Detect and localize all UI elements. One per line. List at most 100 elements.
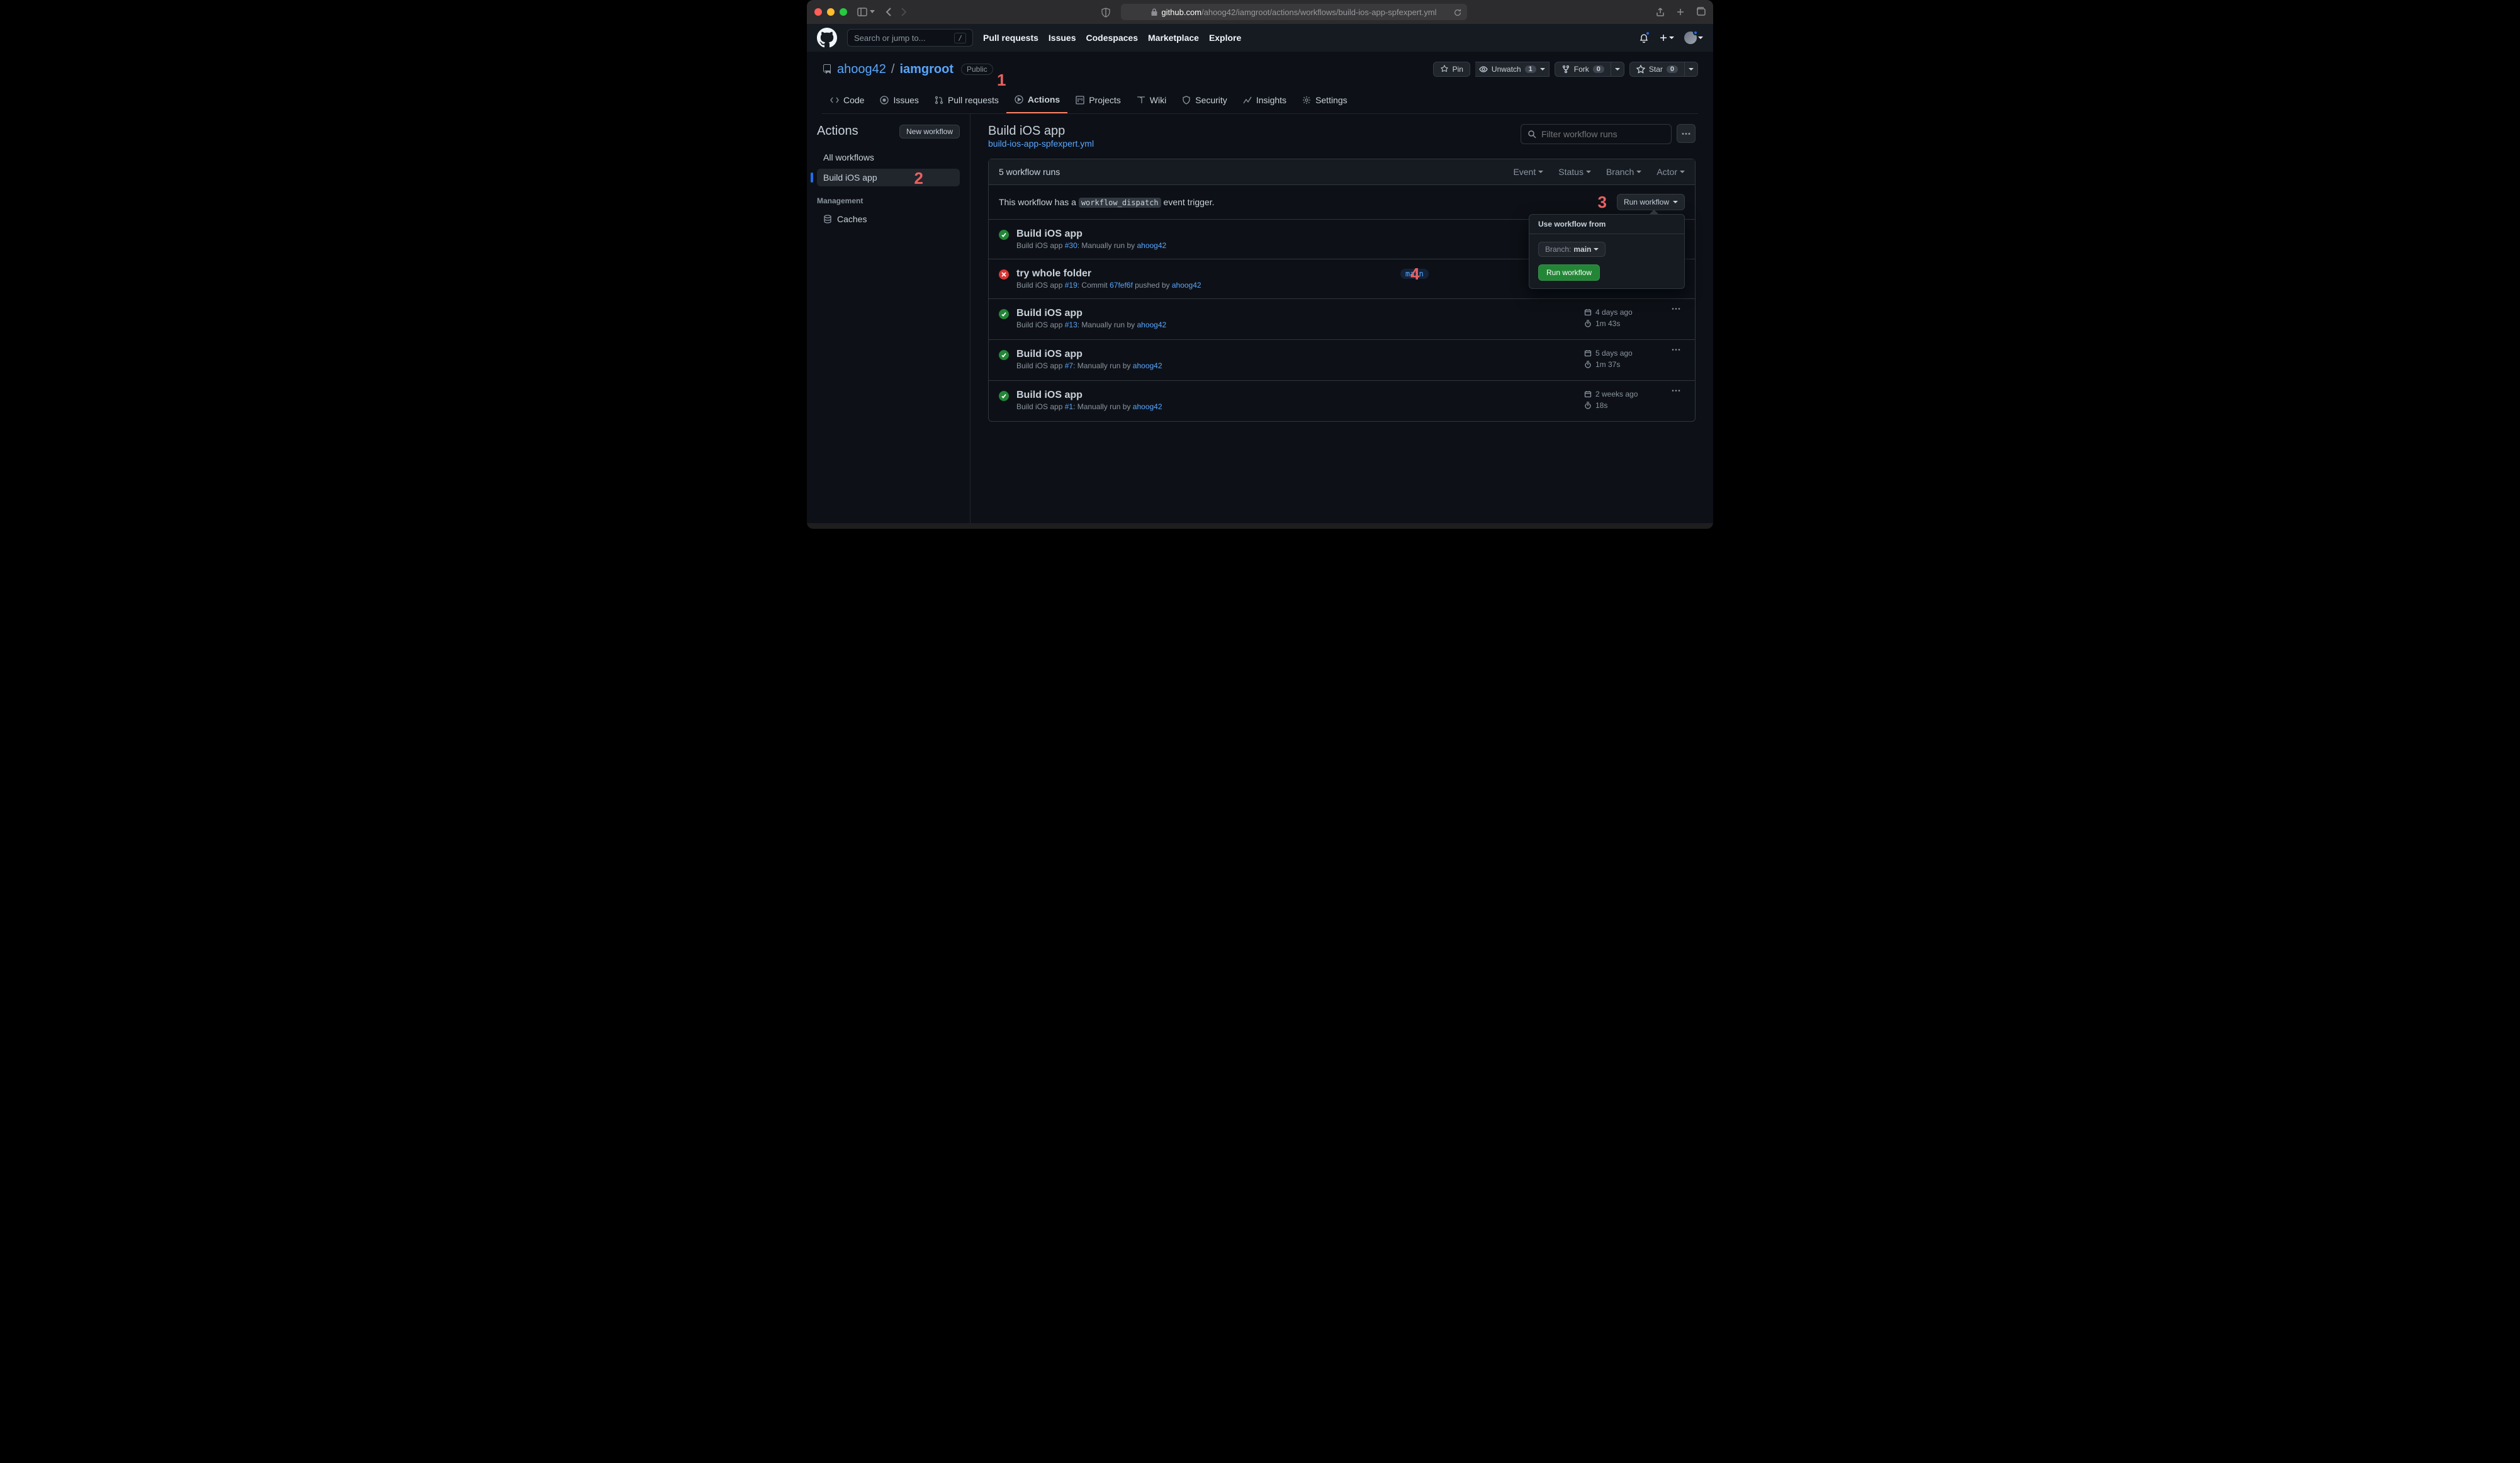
workflow-kebab-button[interactable] <box>1677 124 1696 143</box>
chevron-down-icon <box>1540 68 1545 71</box>
nav-pull-requests[interactable]: Pull requests <box>983 33 1038 43</box>
status-success-icon <box>999 350 1009 360</box>
run-title: Build iOS app <box>1016 390 1393 401</box>
fork-count: 0 <box>1593 65 1604 73</box>
workflow-dispatch-row: This workflow has a workflow_dispatch ev… <box>989 184 1695 219</box>
chevron-down-icon <box>1615 68 1620 71</box>
refresh-icon[interactable] <box>1453 7 1462 17</box>
tabs-icon[interactable] <box>1696 7 1706 16</box>
notifications-icon[interactable] <box>1639 32 1649 43</box>
tab-issues[interactable]: Issues <box>872 89 926 113</box>
star-icon <box>1636 65 1645 74</box>
forward-icon[interactable] <box>900 8 908 16</box>
sidebar-item-label: Caches <box>837 214 867 224</box>
run-kebab[interactable] <box>1667 308 1685 310</box>
workflow-run-row[interactable]: Build iOS app Build iOS app #1: Manually… <box>989 380 1695 421</box>
branch-label-text: Branch: <box>1545 245 1571 254</box>
nav-explore[interactable]: Explore <box>1209 33 1241 43</box>
repo-name-link[interactable]: iamgroot <box>899 62 953 77</box>
run-duration: 18s <box>1595 401 1607 410</box>
url-bar[interactable]: github.com/ahoog42/iamgroot/actions/work… <box>1121 4 1467 20</box>
close-window-icon[interactable] <box>814 8 822 16</box>
fork-button[interactable]: Fork 0 <box>1555 62 1611 77</box>
stopwatch-icon <box>1584 320 1592 327</box>
create-new-dropdown[interactable] <box>1659 33 1674 42</box>
run-kebab[interactable] <box>1667 349 1685 351</box>
database-icon <box>823 215 832 223</box>
annotation-3: 3 <box>1598 193 1607 212</box>
run-subtitle: Build iOS app #7: Manually run by ahoog4… <box>1016 361 1393 370</box>
stopwatch-icon <box>1584 361 1592 368</box>
github-logo-icon[interactable] <box>817 28 837 48</box>
new-workflow-button[interactable]: New workflow <box>899 125 960 138</box>
back-icon[interactable] <box>885 8 892 16</box>
tab-pull-requests[interactable]: Pull requests <box>926 89 1006 113</box>
fork-dropdown[interactable] <box>1611 62 1624 77</box>
repo-header: ahoog42 / iamgroot Public Pin Unwatch 1 <box>807 52 1713 114</box>
run-subtitle: Build iOS app #19: Commit 67fef6f pushed… <box>1016 281 1393 290</box>
star-dropdown[interactable] <box>1685 62 1698 77</box>
new-tab-icon[interactable] <box>1675 7 1685 17</box>
filter-runs-input[interactable] <box>1521 124 1672 144</box>
github-nav: Pull requests Issues Codespaces Marketpl… <box>983 33 1241 43</box>
run-title: Build iOS app <box>1016 349 1393 360</box>
browser-toolbar: github.com/ahoog42/iamgroot/actions/work… <box>807 0 1713 24</box>
minimize-window-icon[interactable] <box>827 8 835 16</box>
run-duration: 1m 43s <box>1595 319 1620 328</box>
unwatch-button[interactable]: Unwatch 1 <box>1475 62 1550 77</box>
workflow-file-link[interactable]: build-ios-app-spfexpert.yml <box>988 138 1094 149</box>
tab-code[interactable]: Code <box>822 89 872 113</box>
workflow-run-row[interactable]: Build iOS app Build iOS app #13: Manuall… <box>989 298 1695 339</box>
popover-run-workflow-button[interactable]: Run workflow <box>1538 264 1600 281</box>
privacy-shield-icon[interactable] <box>1101 6 1111 17</box>
sidebar-build-ios-app[interactable]: Build iOS app 2 <box>817 169 960 186</box>
eye-icon <box>1479 65 1488 74</box>
github-search-input[interactable]: Search or jump to... / <box>847 29 973 47</box>
filter-status[interactable]: Status <box>1558 167 1591 177</box>
maximize-window-icon[interactable] <box>840 8 847 16</box>
filter-input-field[interactable] <box>1541 129 1665 139</box>
github-header: Search or jump to... / Pull requests Iss… <box>807 24 1713 52</box>
status-success-icon <box>999 230 1009 240</box>
run-subtitle: Build iOS app #30: Manually run by ahoog… <box>1016 241 1393 250</box>
filter-event[interactable]: Event <box>1513 167 1543 177</box>
sidebar-all-workflows[interactable]: All workflows <box>817 149 960 166</box>
calendar-icon <box>1584 349 1592 357</box>
runs-header: 5 workflow runs Event Status Branch Acto… <box>989 159 1695 184</box>
user-menu[interactable] <box>1684 31 1703 44</box>
workflow-run-row[interactable]: Build iOS app Build iOS app #7: Manually… <box>989 339 1695 380</box>
nav-arrows <box>885 8 908 16</box>
dispatch-text: This workflow has a workflow_dispatch ev… <box>999 197 1214 207</box>
fork-label: Fork <box>1574 65 1589 74</box>
tab-security[interactable]: Security <box>1174 89 1235 113</box>
avatar-icon <box>1684 31 1697 44</box>
nav-marketplace[interactable]: Marketplace <box>1148 33 1199 43</box>
calendar-icon <box>1584 390 1592 398</box>
kebab-icon <box>1672 390 1680 392</box>
repo-owner-link[interactable]: ahoog42 <box>837 62 886 77</box>
star-button[interactable]: Star 0 <box>1629 62 1685 77</box>
sidebar-caches[interactable]: Caches <box>817 210 960 228</box>
tab-actions[interactable]: Actions <box>1006 89 1067 113</box>
main-content: Actions New workflow All workflows Build… <box>807 114 1713 523</box>
nav-issues[interactable]: Issues <box>1049 33 1076 43</box>
filter-branch[interactable]: Branch <box>1606 167 1641 177</box>
pin-button[interactable]: Pin <box>1433 62 1470 77</box>
sidebar-toggle-icon[interactable] <box>857 8 875 16</box>
run-kebab[interactable] <box>1667 390 1685 392</box>
share-icon[interactable] <box>1655 7 1665 17</box>
tab-settings[interactable]: Settings <box>1294 89 1355 113</box>
popover-branch-selector[interactable]: Branch: main <box>1538 242 1606 257</box>
status-success-icon <box>999 391 1009 401</box>
tab-projects[interactable]: Projects <box>1067 89 1128 113</box>
sidebar-management-header: Management <box>817 196 960 205</box>
filter-actor[interactable]: Actor <box>1657 167 1685 177</box>
tab-insights[interactable]: Insights <box>1235 89 1294 113</box>
nav-codespaces[interactable]: Codespaces <box>1086 33 1138 43</box>
workflow-runs-box: 5 workflow runs Event Status Branch Acto… <box>988 159 1696 422</box>
branch-tag[interactable]: main <box>1400 269 1429 279</box>
run-subtitle: Build iOS app #1: Manually run by ahoog4… <box>1016 402 1393 411</box>
run-title: Build iOS app <box>1016 308 1393 319</box>
tab-wiki[interactable]: Wiki <box>1128 89 1174 113</box>
run-workflow-dropdown[interactable]: Run workflow <box>1617 194 1685 210</box>
